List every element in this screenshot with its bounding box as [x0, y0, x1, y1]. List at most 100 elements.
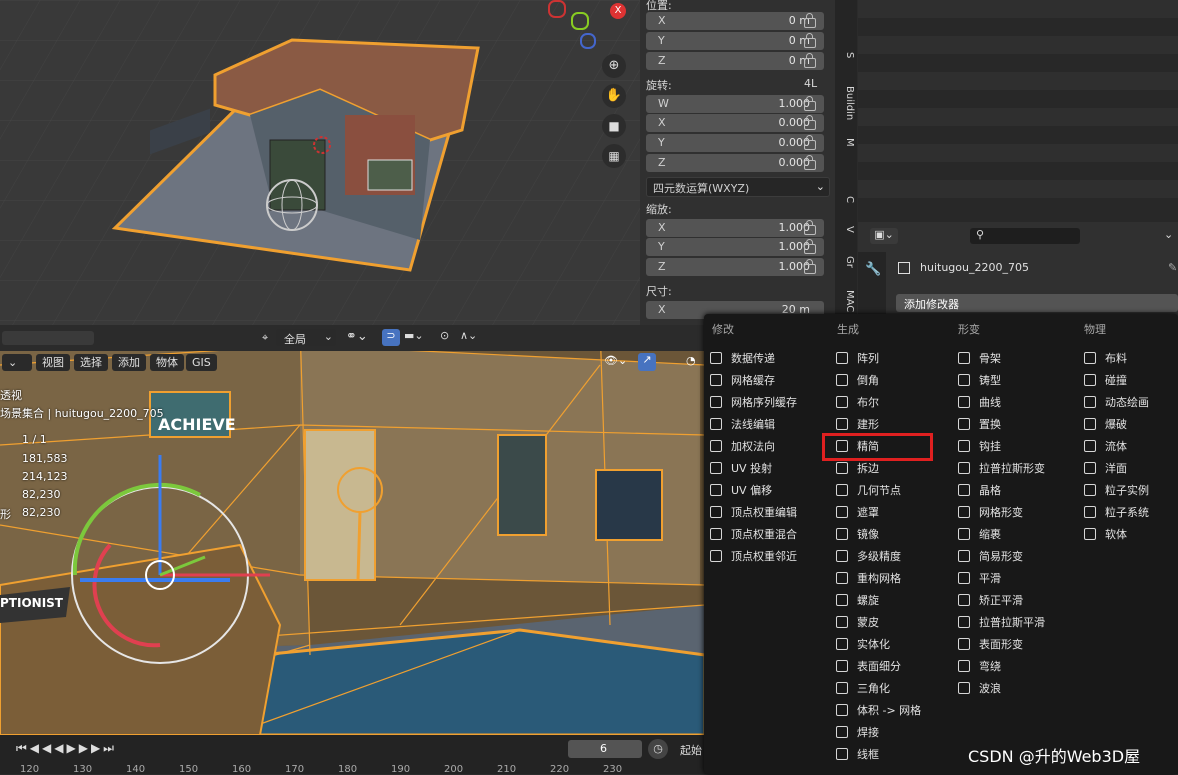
- proportional-edit-icon[interactable]: ⊙: [440, 329, 449, 342]
- transform-orientation-icon[interactable]: ⌖: [262, 331, 268, 345]
- grid-perspective-icon[interactable]: ▦: [602, 144, 626, 168]
- modifier-item[interactable]: 倒角: [836, 371, 879, 391]
- modifier-item[interactable]: 网格序列缓存: [710, 393, 797, 413]
- modifier-item[interactable]: 铸型: [958, 371, 1001, 391]
- tab-buildin[interactable]: Buildin: [837, 86, 855, 120]
- modifier-item[interactable]: 布尔: [836, 393, 879, 413]
- tab-v[interactable]: V: [837, 226, 855, 233]
- snap-toggle-icon[interactable]: ⊃: [382, 329, 400, 346]
- location-y-field[interactable]: Y0 m: [646, 32, 824, 50]
- stopwatch-icon[interactable]: ◷: [648, 739, 668, 759]
- modifier-item[interactable]: 流体: [1084, 437, 1127, 457]
- rotation-y-field[interactable]: Y 0.000: [646, 134, 824, 152]
- modifier-item[interactable]: 实体化: [836, 635, 890, 655]
- modifier-item[interactable]: 几何节点: [836, 481, 901, 501]
- viewport-bottom[interactable]: ACHIEVE PTIONIST: [0, 325, 705, 735]
- modifier-item[interactable]: 顶点权重邻近: [710, 547, 797, 567]
- modifier-item[interactable]: 多级精度: [836, 547, 901, 567]
- outliner-row[interactable]: [858, 36, 1178, 54]
- modifier-item[interactable]: 螺旋: [836, 591, 879, 611]
- tab-s[interactable]: S: [837, 52, 855, 58]
- gizmo-y-axis[interactable]: [571, 12, 589, 30]
- modifier-item[interactable]: 阵列: [836, 349, 879, 369]
- chevron-down-icon[interactable]: ⌄: [1164, 228, 1173, 241]
- lock-icon[interactable]: [804, 239, 816, 254]
- modifier-item[interactable]: 简易形变: [958, 547, 1023, 567]
- scale-x-field[interactable]: X 1.000: [646, 219, 824, 237]
- outliner-row[interactable]: [858, 108, 1178, 126]
- outliner-row[interactable]: [858, 72, 1178, 90]
- scale-z-field[interactable]: Z 1.000: [646, 258, 824, 276]
- pin-icon[interactable]: ✎: [1168, 261, 1177, 274]
- search-input[interactable]: ⚲: [970, 228, 1080, 244]
- modifier-item[interactable]: 镜像: [836, 525, 879, 545]
- add-modifier-button[interactable]: 添加修改器: [896, 294, 1178, 312]
- modifier-item[interactable]: 平滑: [958, 569, 1001, 589]
- modifier-item[interactable]: 表面细分: [836, 657, 901, 677]
- pivot-icon[interactable]: ⚭⌄: [346, 329, 368, 344]
- modifier-item[interactable]: 布料: [1084, 349, 1127, 369]
- modifier-item[interactable]: 加权法向: [710, 437, 775, 457]
- modifier-item[interactable]: 蒙皮: [836, 613, 879, 633]
- gizmo-z-neg[interactable]: [548, 0, 566, 18]
- modifier-item[interactable]: 建形: [836, 415, 879, 435]
- modifier-item[interactable]: 骨架: [958, 349, 1001, 369]
- modifier-item[interactable]: 顶点权重混合: [710, 525, 797, 545]
- modifier-item[interactable]: 置换: [958, 415, 1001, 435]
- lock-icon[interactable]: [804, 155, 816, 170]
- current-frame-field[interactable]: 6: [568, 740, 642, 758]
- frame-ruler[interactable]: 120 130 140 150 160 170 180 190 200 210 220 230: [0, 764, 705, 775]
- zoom-icon[interactable]: ⊕: [602, 54, 626, 78]
- location-x-field[interactable]: X0 m: [646, 12, 824, 30]
- modifier-item[interactable]: 拉普拉斯形变: [958, 459, 1045, 479]
- modifier-item[interactable]: 软体: [1084, 525, 1127, 545]
- lock-icon[interactable]: [804, 33, 816, 48]
- modifier-item[interactable]: 曲线: [958, 393, 1001, 413]
- lock-icon[interactable]: [804, 135, 816, 150]
- modifier-item[interactable]: 碰撞: [1084, 371, 1127, 391]
- tab-c[interactable]: C: [837, 196, 855, 203]
- falloff-icon[interactable]: ∧⌄: [460, 329, 477, 342]
- lock-icon[interactable]: [804, 220, 816, 235]
- modifier-item[interactable]: 粒子系统: [1084, 503, 1149, 523]
- location-z-field[interactable]: Z0 m: [646, 52, 824, 70]
- rotation-mode-short[interactable]: 4L: [804, 77, 817, 90]
- lock-icon[interactable]: [804, 259, 816, 274]
- eye-visibility-icon[interactable]: 👁⌄: [604, 354, 627, 367]
- rotation-z-field[interactable]: Z 0.000: [646, 154, 824, 172]
- menu-gis[interactable]: GIS: [186, 354, 217, 371]
- viewport-top[interactable]: X ⊕ ✋ ■ ▦: [0, 0, 640, 325]
- modifier-item[interactable]: 缩裹: [958, 525, 1001, 545]
- snap-type-icon[interactable]: ▬⌄: [404, 329, 424, 342]
- menu-select[interactable]: 选择: [74, 354, 108, 371]
- gizmo-x-axis[interactable]: X: [610, 3, 626, 19]
- lock-icon[interactable]: [804, 53, 816, 68]
- modifier-item[interactable]: 三角化: [836, 679, 890, 699]
- modifier-item[interactable]: 焊接: [836, 723, 879, 743]
- modifier-item[interactable]: 波浪: [958, 679, 1001, 699]
- modifier-item[interactable]: 遮罩: [836, 503, 879, 523]
- editor-type-icon[interactable]: ▣⌄: [870, 228, 898, 244]
- modifier-item[interactable]: 钩挂: [958, 437, 1001, 457]
- tab-gr[interactable]: Gr: [837, 256, 855, 268]
- modifier-item[interactable]: 粒子实例: [1084, 481, 1149, 501]
- modifier-item[interactable]: 线框: [836, 745, 879, 765]
- modifier-item[interactable]: 拉普拉斯平滑: [958, 613, 1045, 633]
- modifier-item[interactable]: 法线编辑: [710, 415, 775, 435]
- tab-mac[interactable]: MAC: [837, 290, 855, 312]
- modifier-item[interactable]: 动态绘画: [1084, 393, 1149, 413]
- tab-m[interactable]: M: [837, 138, 855, 147]
- modifier-item[interactable]: 表面形变: [958, 635, 1023, 655]
- modifier-item[interactable]: 体积 -> 网格: [836, 701, 921, 721]
- orientation-select[interactable]: 全局 ⌄: [276, 329, 336, 346]
- modifier-item[interactable]: 拆边: [836, 459, 879, 479]
- modifier-item[interactable]: UV 投射: [710, 459, 772, 479]
- modifier-item[interactable]: 顶点权重编辑: [710, 503, 797, 523]
- lock-icon[interactable]: [804, 96, 816, 111]
- playback-controls[interactable]: ⏮◀◀◀▶▶▶⏭: [16, 741, 117, 756]
- menu-object[interactable]: 物体: [150, 354, 184, 371]
- gizmo-toggle-icon[interactable]: ↗: [638, 353, 656, 371]
- select-mode-icons[interactable]: [2, 331, 94, 345]
- rotation-x-field[interactable]: X 0.000: [646, 114, 824, 132]
- menu-add[interactable]: 添加: [112, 354, 146, 371]
